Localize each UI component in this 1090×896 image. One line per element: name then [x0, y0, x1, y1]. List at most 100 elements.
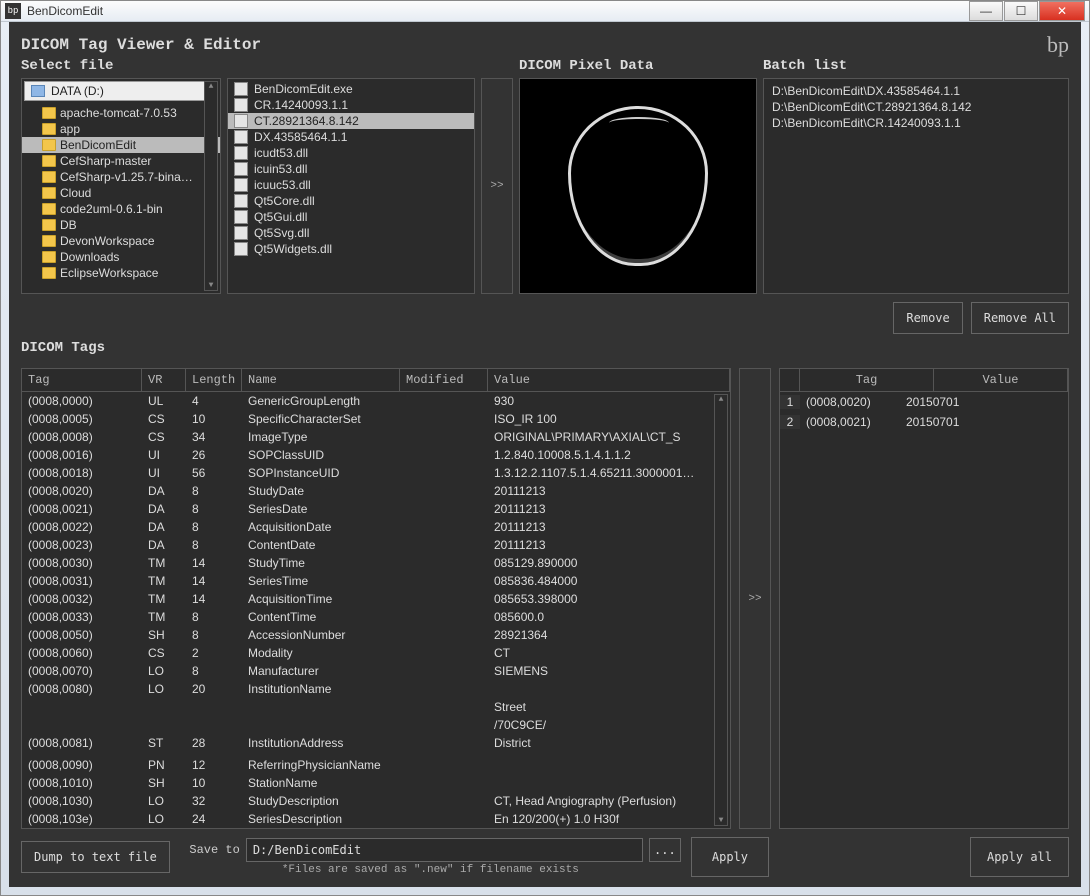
table-row[interactable]: Street [22, 698, 730, 716]
save-path-input[interactable] [246, 838, 643, 862]
folder-icon [42, 171, 56, 183]
file-item[interactable]: CR.14240093.1.1 [228, 97, 474, 113]
add-to-batch-button[interactable]: >> [481, 78, 513, 294]
drive-label: DATA (D:) [51, 84, 104, 98]
tags-scrollbar[interactable]: ▲▼ [714, 394, 728, 826]
table-row[interactable]: (0008,0008)CS34ImageTypeORIGINAL\PRIMARY… [22, 428, 730, 446]
col-name[interactable]: Name [242, 369, 400, 391]
tree-item[interactable]: EclipseWorkspace [22, 265, 220, 281]
file-item[interactable]: DX.43585464.1.1 [228, 129, 474, 145]
pixel-data-label: DICOM Pixel Data [519, 58, 757, 74]
col-vr[interactable]: VR [142, 369, 186, 391]
table-row[interactable]: (0008,0080)LO20InstitutionName [22, 680, 730, 698]
table-row[interactable]: (0008,0033)TM8ContentTime085600.0 [22, 608, 730, 626]
pixel-preview [519, 78, 757, 294]
select-file-label: Select file [21, 58, 513, 74]
table-row[interactable]: (0008,1010)SH10StationName [22, 774, 730, 792]
file-item[interactable]: CT.28921364.8.142 [228, 113, 474, 129]
col-tag[interactable]: Tag [22, 369, 142, 391]
file-item[interactable]: BenDicomEdit.exe [228, 81, 474, 97]
file-icon [234, 146, 248, 160]
folder-icon [42, 251, 56, 263]
folder-tree-panel: DATA (D:) ▾ apache-tomcat-7.0.53appBenDi… [21, 78, 221, 294]
table-row[interactable]: /70C9CE/ [22, 716, 730, 734]
batch-item[interactable]: D:\BenDicomEdit\DX.43585464.1.1 [772, 83, 1060, 99]
tree-item[interactable]: Cloud [22, 185, 220, 201]
table-row[interactable]: (0008,0018)UI56SOPInstanceUID1.3.12.2.11… [22, 464, 730, 482]
tree-item[interactable]: code2uml-0.6.1-bin [22, 201, 220, 217]
table-row[interactable]: (0008,0090)PN12ReferringPhysicianName [22, 756, 730, 774]
file-icon [234, 162, 248, 176]
table-row[interactable]: (0008,0081)ST28InstitutionAddressDistric… [22, 734, 730, 752]
file-item[interactable]: Qt5Widgets.dll [228, 241, 474, 257]
folder-scrollbar[interactable]: ▲▼ [204, 81, 218, 291]
table-row[interactable]: (0008,0030)TM14StudyTime085129.890000 [22, 554, 730, 572]
tree-item[interactable]: Downloads [22, 249, 220, 265]
folder-icon [42, 267, 56, 279]
table-row[interactable]: (0008,1030)LO32StudyDescriptionCT, Head … [22, 792, 730, 810]
edit-table: Tag Value 1(0008,0020)201507012(0008,002… [779, 368, 1069, 829]
col-modified[interactable]: Modified [400, 369, 488, 391]
file-item[interactable]: icuuc53.dll [228, 177, 474, 193]
close-button[interactable]: ✕ [1039, 1, 1085, 21]
batch-item[interactable]: D:\BenDicomEdit\CT.28921364.8.142 [772, 99, 1060, 115]
file-icon [234, 178, 248, 192]
table-row[interactable]: (0008,103e)LO24SeriesDescriptionEn 120/2… [22, 810, 730, 828]
folder-icon [42, 219, 56, 231]
tags-header: Tag VR Length Name Modified Value [22, 369, 730, 392]
remove-all-button[interactable]: Remove All [971, 302, 1069, 334]
tree-item[interactable]: app [22, 121, 220, 137]
apply-button[interactable]: Apply [691, 837, 769, 877]
table-row[interactable]: (0008,0070)LO8ManufacturerSIEMENS [22, 662, 730, 680]
apply-all-button[interactable]: Apply all [970, 837, 1069, 877]
titlebar[interactable]: bp BenDicomEdit — ☐ ✕ [1, 1, 1089, 22]
folder-icon [42, 155, 56, 167]
tree-item[interactable]: DB [22, 217, 220, 233]
file-item[interactable]: icuin53.dll [228, 161, 474, 177]
edit-header: Tag Value [780, 369, 1068, 392]
folder-icon [42, 235, 56, 247]
folder-icon [42, 203, 56, 215]
tree-item[interactable]: CefSharp-v1.25.7-bina… [22, 169, 220, 185]
file-item[interactable]: Qt5Core.dll [228, 193, 474, 209]
drive-selector[interactable]: DATA (D:) ▾ [24, 81, 218, 101]
tree-item[interactable]: apache-tomcat-7.0.53 [22, 105, 220, 121]
table-row[interactable]: (0008,0000)UL4GenericGroupLength930 [22, 392, 730, 410]
table-row[interactable]: (0008,0032)TM14AcquisitionTime085653.398… [22, 590, 730, 608]
edit-row[interactable]: 2(0008,0021)20150701 [780, 412, 1068, 432]
edit-row[interactable]: 1(0008,0020)20150701 [780, 392, 1068, 412]
tree-item[interactable]: CefSharp-master [22, 153, 220, 169]
add-tag-button[interactable]: >> [739, 368, 771, 829]
tree-item[interactable]: BenDicomEdit [22, 137, 220, 153]
table-row[interactable]: (0008,0021)DA8SeriesDate20111213 [22, 500, 730, 518]
col-edit-tag[interactable]: Tag [800, 369, 934, 391]
table-row[interactable]: (0008,0023)DA8ContentDate20111213 [22, 536, 730, 554]
file-item[interactable]: icudt53.dll [228, 145, 474, 161]
app-icon: bp [5, 3, 21, 19]
save-hint: *Files are saved as ".new" if filename e… [282, 864, 579, 876]
table-row[interactable]: (0008,0005)CS10SpecificCharacterSetISO_I… [22, 410, 730, 428]
col-edit-value[interactable]: Value [934, 369, 1068, 391]
table-row[interactable]: (0008,0050)SH8AccessionNumber28921364 [22, 626, 730, 644]
browse-button[interactable]: ... [649, 838, 681, 862]
batch-item[interactable]: D:\BenDicomEdit\CR.14240093.1.1 [772, 115, 1060, 131]
table-row[interactable]: (0008,0031)TM14SeriesTime085836.484000 [22, 572, 730, 590]
table-row[interactable]: (0008,0020)DA8StudyDate20111213 [22, 482, 730, 500]
col-length[interactable]: Length [186, 369, 242, 391]
file-item[interactable]: Qt5Svg.dll [228, 225, 474, 241]
batch-list-label: Batch list [763, 58, 1069, 74]
file-icon [234, 194, 248, 208]
table-row[interactable]: (0008,0016)UI26SOPClassUID1.2.840.10008.… [22, 446, 730, 464]
maximize-button[interactable]: ☐ [1004, 1, 1038, 21]
col-value[interactable]: Value [488, 369, 730, 391]
table-row[interactable]: (0008,0060)CS2ModalityCT [22, 644, 730, 662]
tree-item[interactable]: DevonWorkspace [22, 233, 220, 249]
ct-image [548, 96, 728, 276]
file-item[interactable]: Qt5Gui.dll [228, 209, 474, 225]
minimize-button[interactable]: — [969, 1, 1003, 21]
table-row[interactable]: (0008,0022)DA8AcquisitionDate20111213 [22, 518, 730, 536]
app-title: DICOM Tag Viewer & Editor [21, 36, 261, 54]
remove-button[interactable]: Remove [893, 302, 962, 334]
file-icon [234, 82, 248, 96]
dump-button[interactable]: Dump to text file [21, 841, 170, 873]
